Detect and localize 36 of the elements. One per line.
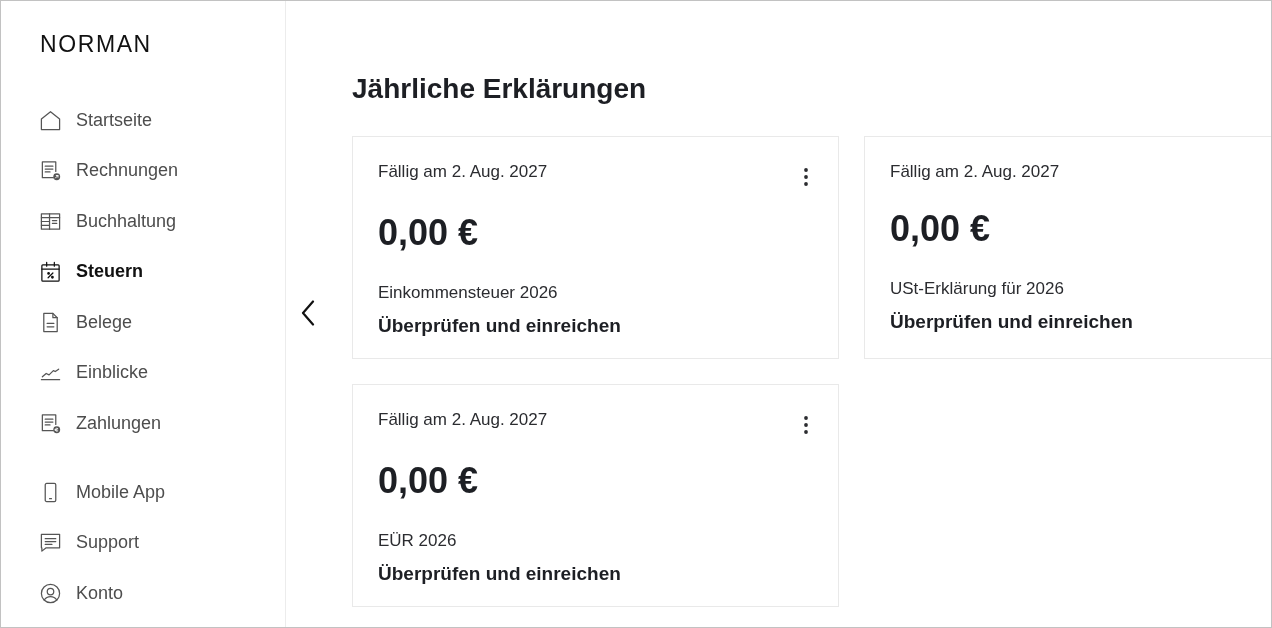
nav-link[interactable]: Steuern [39,246,144,297]
more-vertical-icon [804,416,808,434]
nav-link[interactable]: Mobile App [39,467,166,518]
amount: 0,00 € [378,213,479,253]
document-coin-icon [39,411,62,435]
more-options-button[interactable] [804,416,808,434]
chat-icon [39,531,62,555]
more-vertical-icon [804,168,808,186]
more-options-button[interactable] [804,168,808,186]
due-date: Fällig am 2. Aug. 2027 [890,162,1060,182]
nav-link[interactable]: Support [39,517,140,568]
due-date: Fällig am 2. Aug. 2027 [378,410,548,430]
chevron-left-icon [301,300,315,326]
amount: 0,00 € [890,209,991,249]
declaration-title: USt-Erklärung für 2026 [890,279,1064,299]
house-icon [39,108,62,132]
user-circle-icon [39,581,62,605]
back-button[interactable] [301,300,315,326]
page-title: Jährliche Erklärungen [352,72,648,106]
brand-logo: NORMAN [40,30,152,58]
declaration-title: Einkommensteuer 2026 [378,283,558,303]
nav-link[interactable]: Buchhaltung [39,196,177,247]
calendar-percent-icon [39,260,62,284]
nav-link[interactable]: Zahlungen [39,398,162,449]
review-submit-link[interactable]: Überprüfen und einreichen [890,310,1133,334]
nav-link[interactable]: Belege [39,297,133,348]
review-submit-link[interactable]: Überprüfen und einreichen [378,562,621,586]
review-submit-link[interactable]: Überprüfen und einreichen [378,314,621,338]
nav-link[interactable]: Startseite [39,95,153,146]
declaration-title: EÜR 2026 [378,531,457,551]
nav-link[interactable]: Einblicke [39,347,149,398]
document-badge-icon [39,159,62,183]
nav-link[interactable]: Konto [39,568,124,619]
due-date: Fällig am 2. Aug. 2027 [378,162,548,182]
amount: 0,00 € [378,461,479,501]
nav-link[interactable]: Rechnungen [39,145,179,196]
